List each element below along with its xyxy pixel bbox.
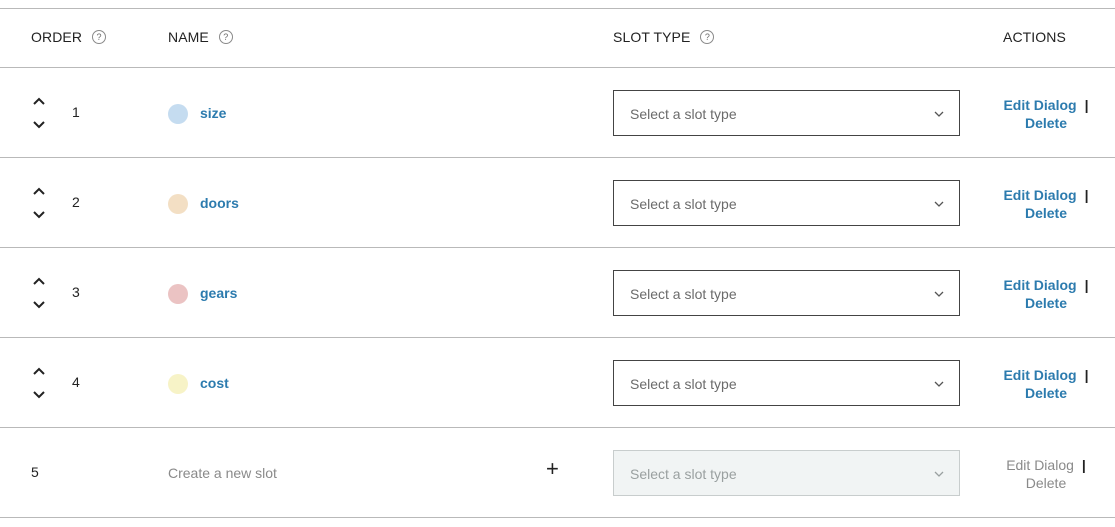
row-actions: Edit Dialog | Delete <box>996 96 1096 132</box>
table-bottom-divider <box>0 517 1115 518</box>
action-separator: | <box>1084 367 1089 383</box>
chevron-down-icon <box>934 111 944 117</box>
order-help-icon[interactable]: ? <box>92 30 107 44</box>
slot-type-select-disabled: Select a slot type <box>613 450 960 496</box>
move-down-icon[interactable] <box>33 121 45 129</box>
reorder-arrows <box>31 96 47 130</box>
name-column-header: NAME ? <box>168 29 233 45</box>
chevron-down-icon <box>934 381 944 387</box>
move-up-icon[interactable] <box>33 97 45 105</box>
slot-type-placeholder: Select a slot type <box>630 286 737 302</box>
slot-color-dot <box>168 284 188 304</box>
name-header-label: NAME <box>168 29 209 45</box>
slot-type-placeholder: Select a slot type <box>630 466 737 482</box>
row-actions: Edit Dialog | Delete <box>996 276 1096 312</box>
action-separator: | <box>1084 97 1089 113</box>
new-slot-row: 5 Create a new slot + Select a slot type… <box>0 428 1115 518</box>
edit-dialog-link[interactable]: Edit Dialog <box>1003 367 1076 383</box>
slot-type-help-icon[interactable]: ? <box>700 30 715 44</box>
order-number: 4 <box>72 374 80 390</box>
action-separator: | <box>1081 457 1086 473</box>
move-up-icon[interactable] <box>33 367 45 375</box>
delete-link[interactable]: Delete <box>1025 385 1067 401</box>
edit-dialog-link[interactable]: Edit Dialog <box>1003 187 1076 203</box>
order-number: 3 <box>72 284 80 300</box>
slot-type-select[interactable]: Select a slot type <box>613 360 960 406</box>
edit-dialog-link[interactable]: Edit Dialog <box>1003 97 1076 113</box>
move-down-icon[interactable] <box>33 391 45 399</box>
actions-header-label: ACTIONS <box>1003 29 1066 45</box>
slot-color-dot <box>168 194 188 214</box>
name-help-icon[interactable]: ? <box>218 30 233 44</box>
slot-type-placeholder: Select a slot type <box>630 376 737 392</box>
reorder-arrows <box>31 366 47 400</box>
move-down-icon[interactable] <box>33 211 45 219</box>
slot-color-dot <box>168 104 188 124</box>
slot-name-link[interactable]: cost <box>200 375 229 391</box>
reorder-arrows <box>31 186 47 220</box>
move-up-icon[interactable] <box>33 277 45 285</box>
delete-link[interactable]: Delete <box>1025 295 1067 311</box>
table-row: 2 doors Select a slot type Edit Dialog | … <box>0 158 1115 248</box>
slot-name-link[interactable]: doors <box>200 195 239 211</box>
slot-type-select[interactable]: Select a slot type <box>613 270 960 316</box>
row-actions: Edit Dialog | Delete <box>996 456 1096 492</box>
order-number: 2 <box>72 194 80 210</box>
slot-color-dot <box>168 374 188 394</box>
actions-column-header: ACTIONS <box>1003 29 1066 45</box>
reorder-arrows <box>31 276 47 310</box>
slot-type-placeholder: Select a slot type <box>630 196 737 212</box>
order-column-header: ORDER ? <box>31 29 107 45</box>
action-separator: | <box>1084 187 1089 203</box>
row-actions: Edit Dialog | Delete <box>996 366 1096 402</box>
move-up-icon[interactable] <box>33 187 45 195</box>
order-number: 1 <box>72 104 80 120</box>
delete-link[interactable]: Delete <box>1025 115 1067 131</box>
chevron-down-icon <box>934 291 944 297</box>
slot-type-column-header: SLOT TYPE ? <box>613 29 715 45</box>
chevron-down-icon <box>934 201 944 207</box>
action-separator: | <box>1084 277 1089 293</box>
table-row: 1 size Select a slot type Edit Dialog | D… <box>0 68 1115 158</box>
order-header-label: ORDER <box>31 29 83 45</box>
edit-dialog-link[interactable]: Edit Dialog <box>1003 277 1076 293</box>
slot-type-select[interactable]: Select a slot type <box>613 180 960 226</box>
move-down-icon[interactable] <box>33 301 45 309</box>
new-slot-input[interactable]: Create a new slot <box>168 465 277 481</box>
slot-type-placeholder: Select a slot type <box>630 106 737 122</box>
delete-link[interactable]: Delete <box>1025 205 1067 221</box>
edit-dialog-link-disabled: Edit Dialog <box>1006 457 1074 473</box>
table-header: ORDER ? NAME ? SLOT TYPE ? ACTIONS <box>0 8 1115 68</box>
delete-link-disabled: Delete <box>1025 475 1067 491</box>
slot-name-link[interactable]: gears <box>200 285 237 301</box>
row-actions: Edit Dialog | Delete <box>996 186 1096 222</box>
table-row: 4 cost Select a slot type Edit Dialog | D… <box>0 338 1115 428</box>
slot-type-header-label: SLOT TYPE <box>613 29 691 45</box>
table-row: 3 gears Select a slot type Edit Dialog | … <box>0 248 1115 338</box>
add-slot-plus-icon[interactable]: + <box>546 458 559 480</box>
slot-type-select[interactable]: Select a slot type <box>613 90 960 136</box>
order-number: 5 <box>31 464 39 480</box>
chevron-down-icon <box>934 471 944 477</box>
slot-name-link[interactable]: size <box>200 105 226 121</box>
